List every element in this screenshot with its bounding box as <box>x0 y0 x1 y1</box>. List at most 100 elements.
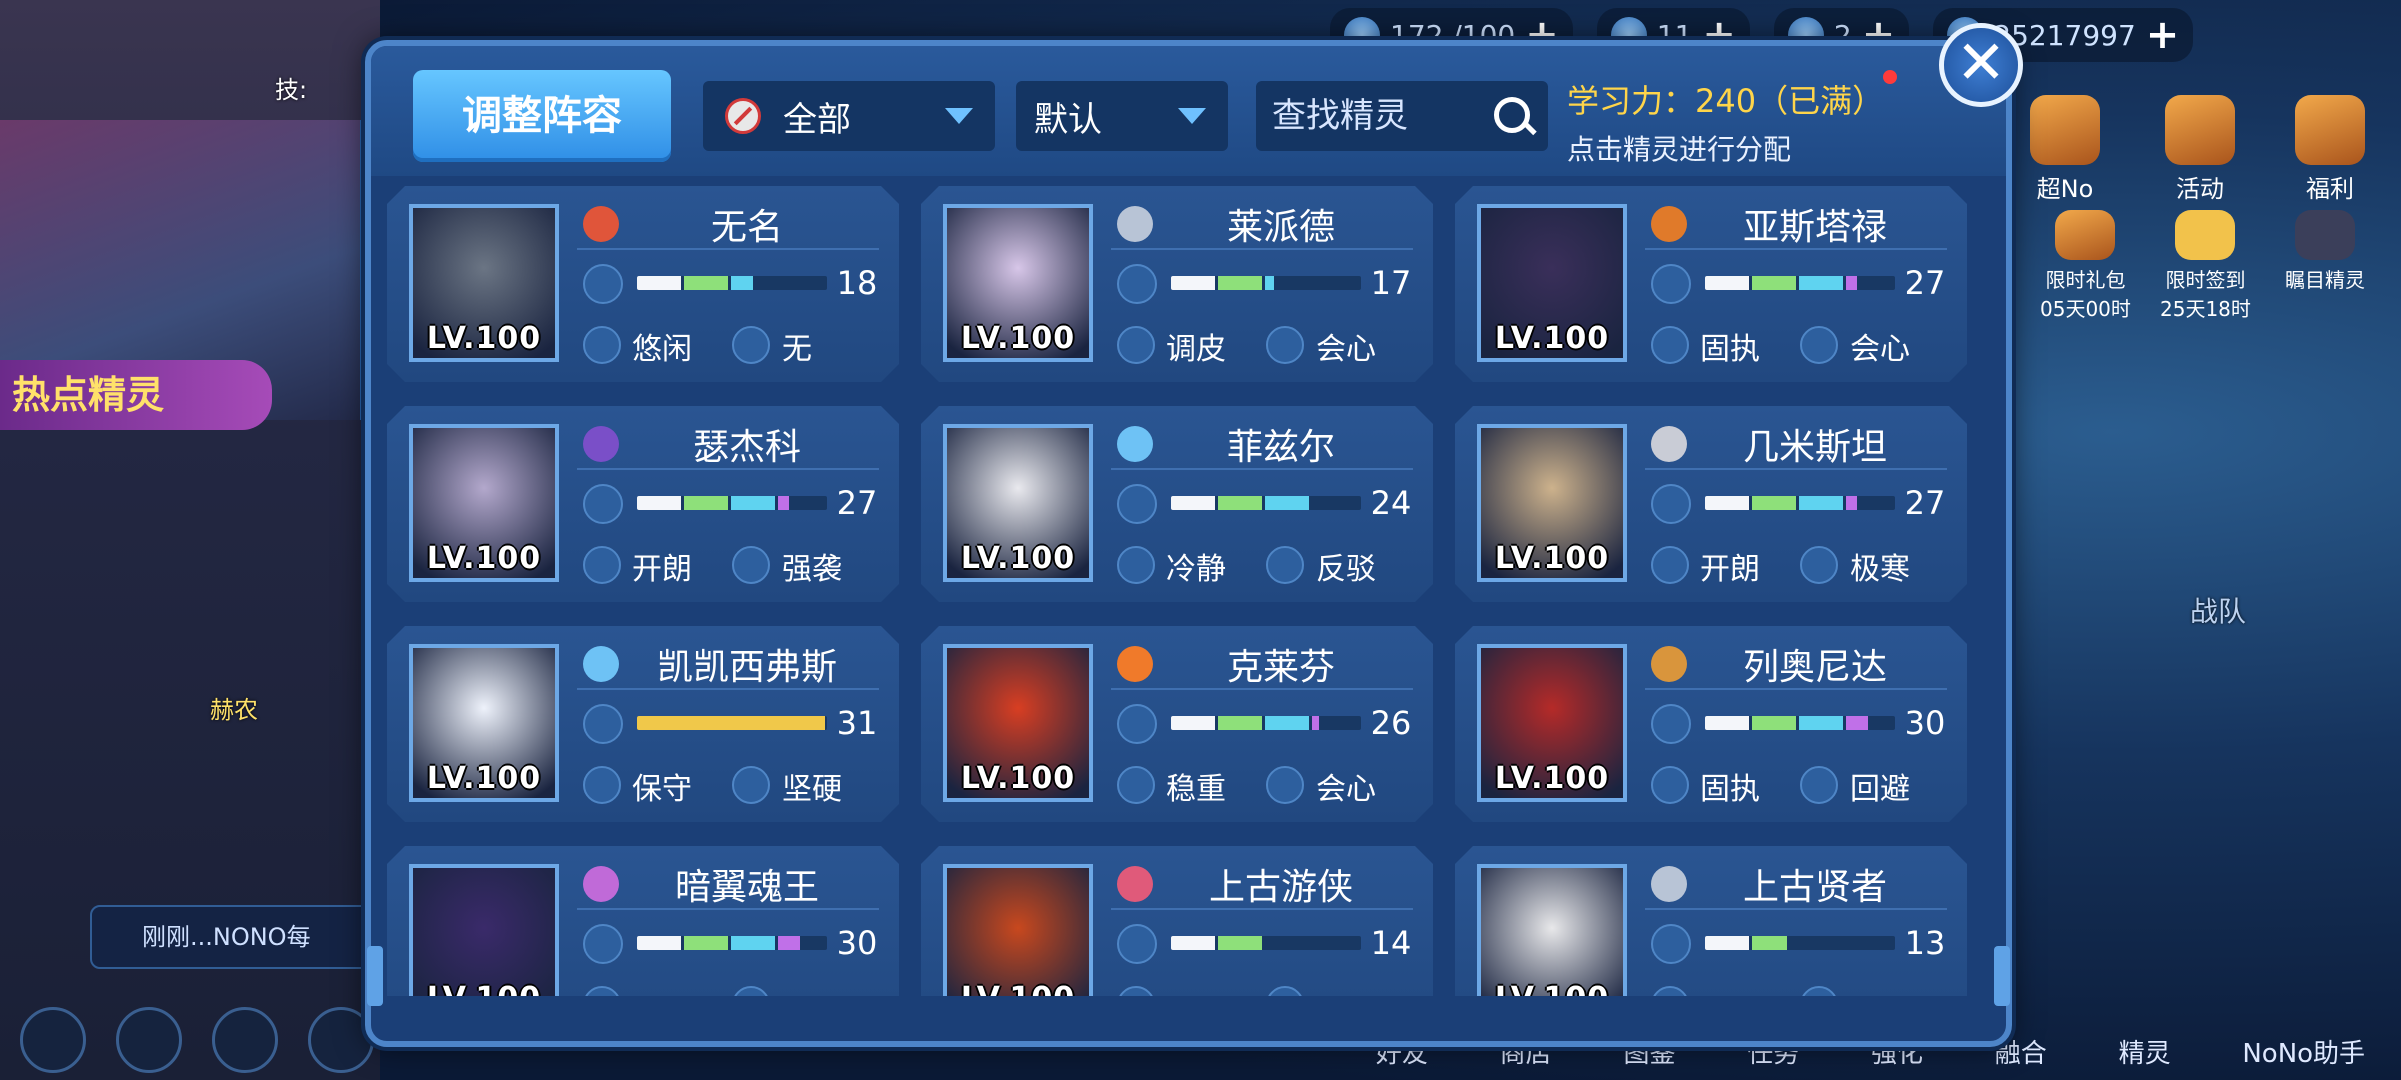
no-filter-icon <box>725 98 761 134</box>
nature-label: 固执 <box>1700 772 1760 807</box>
sprite-level-badge: LV.100 <box>1494 321 1610 356</box>
study-power-value: 24 <box>1370 484 1412 522</box>
sprite-card[interactable]: LV.100 上古游侠 14 <box>921 846 1433 996</box>
divider <box>577 468 879 470</box>
sprite-name: 几米斯坦 <box>1742 427 1887 468</box>
featured-sprite-item[interactable]: 瞩目精灵 <box>2285 210 2365 293</box>
study-power-value: 27 <box>1904 484 1946 522</box>
eye-icon[interactable] <box>116 1007 182 1073</box>
sprite-card[interactable]: LV.100 暗翼魂王 30 <box>387 846 899 996</box>
feature-icon <box>1266 986 1304 996</box>
sprite-level-badge: LV.100 <box>947 981 1089 996</box>
search-icon[interactable] <box>1494 97 1530 133</box>
element-filter-dropdown[interactable]: 全部 <box>703 81 995 151</box>
study-power-bar <box>1705 936 1895 950</box>
nature-icon <box>583 546 621 584</box>
sprite-name: 暗翼魂王 <box>674 867 819 908</box>
nature-label: 冷静 <box>1166 552 1226 587</box>
nature-label: 固执 <box>1700 332 1760 367</box>
sprite-card[interactable]: LV.100 列奥尼达 30 固执 回避 <box>1455 626 1967 822</box>
chevron-down-icon <box>1178 108 1206 124</box>
chat-icon[interactable] <box>20 1007 86 1073</box>
nature-icon <box>1117 326 1155 364</box>
sort-dropdown[interactable]: 默认 <box>1016 81 1228 151</box>
sprite-card[interactable]: LV.100 上古贤者 13 <box>1455 846 1967 996</box>
nav-nono-helper[interactable]: NoNo助手 <box>2242 1033 2365 1070</box>
feature-icon <box>1266 766 1304 804</box>
nearby-player-name[interactable]: 赫农 <box>210 690 258 725</box>
nature-label: 开朗 <box>1700 552 1760 587</box>
nav-sprites[interactable]: 精灵 <box>2119 1033 2171 1070</box>
divider <box>1111 908 1413 910</box>
scroll-handle-right[interactable] <box>1994 946 2010 1006</box>
close-button[interactable]: ✕ <box>1939 23 2023 107</box>
sprite-card[interactable]: LV.100 亚斯塔禄 27 固执 会心 <box>1455 186 1967 382</box>
stats-icon <box>1117 704 1157 744</box>
nature-label: 调皮 <box>1166 332 1226 367</box>
study-power-bar <box>1171 716 1361 730</box>
feature-icon <box>732 546 770 584</box>
feature-label: 回避 <box>1850 772 1910 807</box>
scroll-handle-left[interactable] <box>367 946 383 1006</box>
stats-icon <box>583 264 623 304</box>
study-power-label: 学习力：240（已满） <box>1567 82 1885 120</box>
sprite-card[interactable]: LV.100 凯凯西弗斯 31 保守 坚硬 <box>387 626 899 822</box>
welfare-menu-item[interactable]: 福利 <box>2295 95 2365 204</box>
study-power-bar <box>637 276 827 290</box>
sprite-card[interactable]: LV.100 无名 18 悠闲 无 <box>387 186 899 382</box>
stats-icon <box>1651 704 1691 744</box>
sprite-card[interactable]: LV.100 瑟杰科 27 开朗 强袭 <box>387 406 899 602</box>
sprite-level-badge: LV.100 <box>426 321 542 356</box>
feature-icon <box>732 326 770 364</box>
mail-icon[interactable] <box>212 1007 278 1073</box>
sprite-name: 凯凯西弗斯 <box>656 647 837 688</box>
study-power-hint: 点击精灵进行分配 <box>1567 133 1792 166</box>
dark-soul-icon <box>583 866 619 902</box>
nono-menu-item[interactable]: 超No <box>2030 95 2100 204</box>
stats-icon <box>1117 264 1157 304</box>
ice-crystal-icon <box>583 646 619 682</box>
nature-label: 开朗 <box>632 552 692 587</box>
dark-wing-icon <box>583 426 619 462</box>
sprite-level-badge: LV.100 <box>426 761 542 796</box>
divider <box>1111 468 1413 470</box>
sprite-portrait: LV.100 <box>409 424 559 582</box>
sprite-level-badge: LV.100 <box>1481 981 1623 996</box>
nono-icon <box>2030 95 2100 165</box>
sprite-level-badge: LV.100 <box>960 761 1076 796</box>
sprite-level-badge: LV.100 <box>1494 541 1610 576</box>
team-label[interactable]: 战队 <box>2190 590 2246 630</box>
sprite-name: 列奥尼达 <box>1742 647 1887 688</box>
event-menu-item[interactable]: 活动 <box>2165 95 2235 204</box>
study-power-bar <box>1705 496 1895 510</box>
sprite-card[interactable]: LV.100 几米斯坦 27 开朗 极寒 <box>1455 406 1967 602</box>
limited-signin-item[interactable]: 限时签到 25天18时 <box>2160 210 2251 322</box>
feature-icon <box>1266 546 1304 584</box>
feature-icon <box>732 766 770 804</box>
study-power-bar <box>1171 276 1361 290</box>
sprite-card[interactable]: LV.100 克莱芬 26 稳重 会心 <box>921 626 1433 822</box>
featured-sprite-icon <box>2295 210 2355 260</box>
sprite-level-badge: LV.100 <box>960 321 1076 356</box>
study-power-value: 27 <box>836 484 878 522</box>
adjust-team-button[interactable]: 调整阵容 <box>413 70 671 162</box>
sprite-card[interactable]: LV.100 菲兹尔 24 冷静 反驳 <box>921 406 1433 602</box>
sprite-portrait: LV.100 <box>943 864 1093 996</box>
sprite-search-input[interactable]: 查找精灵 <box>1256 81 1548 151</box>
signin-icon <box>2175 210 2236 260</box>
divider <box>577 248 879 250</box>
hot-sprite-banner[interactable]: 热点精灵 <box>0 120 366 430</box>
sprite-portrait: LV.100 <box>943 424 1093 582</box>
add-coin-button[interactable]: + <box>2146 12 2180 58</box>
sprite-level-badge: LV.100 <box>426 541 542 576</box>
study-power-value: 18 <box>836 264 878 302</box>
limited-pack-item[interactable]: 限时礼包 05天00时 <box>2040 210 2131 322</box>
sprite-card[interactable]: LV.100 莱派德 17 调皮 会心 <box>921 186 1433 382</box>
feature-label: 会心 <box>1316 772 1376 807</box>
ground-gem-icon <box>1651 646 1687 682</box>
nature-label: 悠闲 <box>632 332 692 367</box>
sprite-name: 上古贤者 <box>1742 867 1887 908</box>
nature-icon <box>1651 546 1689 584</box>
feature-icon <box>732 986 770 996</box>
stats-icon <box>1117 924 1157 964</box>
